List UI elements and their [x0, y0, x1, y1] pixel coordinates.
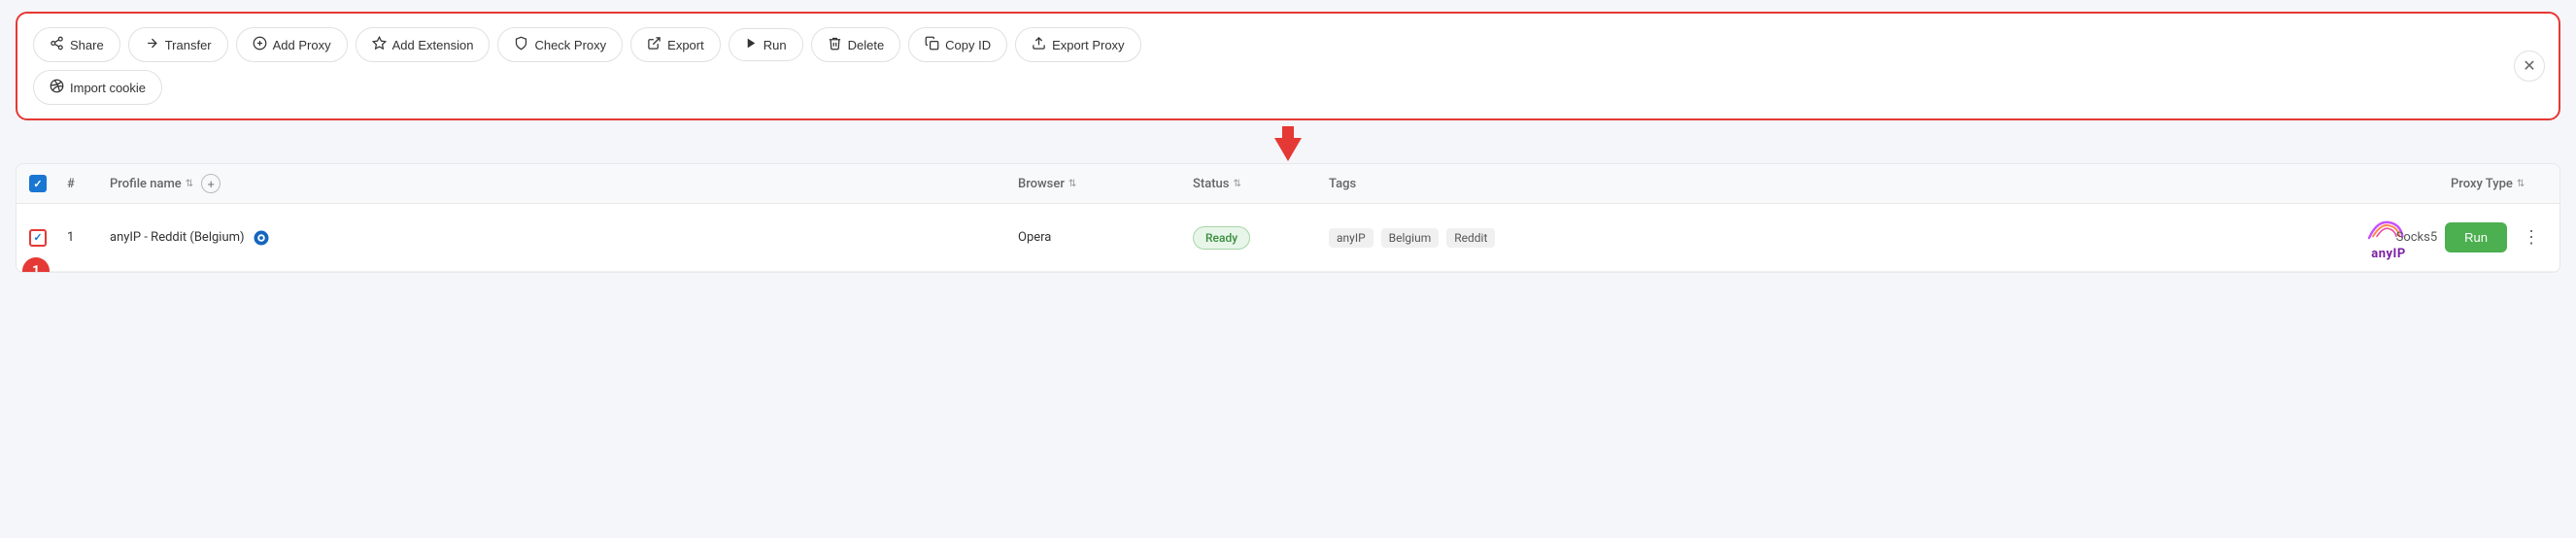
table-row: ✓ 1 anyIP - Reddit (Belgium) Opera Ready…: [17, 204, 2559, 272]
header-checkbox-cell: ✓: [17, 175, 59, 192]
tags-label: Tags: [1329, 177, 1356, 191]
profiles-table: ✓ # Profile name ⇅ + Browser ⇅ Status ⇅ …: [16, 163, 2560, 273]
add-extension-button[interactable]: Add Extension: [356, 27, 491, 62]
run-icon: [745, 37, 758, 52]
counter-value: 1: [32, 263, 40, 273]
row-browser: Opera: [1010, 230, 1185, 245]
share-button[interactable]: Share: [33, 27, 120, 62]
transfer-label: Transfer: [165, 38, 212, 52]
tag-belgium: Belgium: [1381, 228, 1440, 248]
copy-id-icon: [925, 36, 939, 53]
header-tags: Tags: [1321, 177, 1535, 191]
row-status: Ready: [1185, 226, 1321, 250]
toolbar-row-1: Share Transfer Add Proxy A: [33, 27, 2494, 62]
counter-badge-container: 1: [22, 257, 50, 273]
delete-button[interactable]: Delete: [811, 27, 901, 62]
row-run-button[interactable]: Run: [2445, 222, 2507, 252]
add-proxy-button[interactable]: Add Proxy: [236, 27, 348, 62]
row-checkmark-icon: ✓: [33, 231, 42, 244]
row-profile-name: anyIP - Reddit (Belgium): [102, 229, 1010, 247]
profile-browser-icon: [253, 229, 270, 247]
export-proxy-button[interactable]: Export Proxy: [1015, 27, 1140, 62]
share-icon: [50, 36, 64, 53]
close-toolbar-button[interactable]: ✕: [2514, 50, 2545, 82]
row-run-label: Run: [2464, 230, 2488, 245]
export-proxy-icon: [1032, 36, 1046, 53]
import-cookie-button[interactable]: Import cookie: [33, 70, 162, 105]
header-browser: Browser ⇅: [1010, 177, 1185, 191]
profile-name-value: anyIP - Reddit (Belgium): [110, 230, 245, 245]
row-number: 1: [59, 230, 102, 245]
row-more-button[interactable]: ⋮: [2515, 223, 2548, 252]
tag-reddit: Reddit: [1446, 228, 1495, 248]
copy-id-button[interactable]: Copy ID: [908, 27, 1007, 62]
add-extension-icon: [372, 36, 387, 53]
sort-status-icon[interactable]: ⇅: [1233, 179, 1240, 189]
sort-browser-icon[interactable]: ⇅: [1068, 179, 1076, 189]
transfer-icon: [145, 36, 159, 53]
status-badge: Ready: [1193, 226, 1250, 250]
profile-name-label: Profile name: [110, 177, 182, 191]
add-column-button[interactable]: +: [201, 174, 220, 193]
header-profile-name: Profile name ⇅ +: [102, 174, 1010, 193]
check-proxy-label: Check Proxy: [534, 38, 606, 52]
run-label: Run: [763, 38, 787, 52]
row-checkbox-cell: ✓: [17, 229, 59, 247]
export-button[interactable]: Export: [630, 27, 721, 62]
select-all-checkbox[interactable]: ✓: [29, 175, 47, 192]
import-cookie-icon: [50, 79, 64, 96]
browser-label: Browser: [1018, 177, 1065, 191]
status-label: Status: [1193, 177, 1229, 191]
import-cookie-label: Import cookie: [70, 81, 146, 95]
row-number-value: 1: [67, 230, 74, 245]
run-toolbar-button[interactable]: Run: [729, 28, 803, 61]
toolbar-row-2: Import cookie: [33, 70, 2494, 105]
row-checkbox[interactable]: ✓: [29, 229, 47, 247]
delete-label: Delete: [848, 38, 885, 52]
more-icon: ⋮: [2523, 227, 2540, 247]
proxy-type-value: Socks5: [2396, 230, 2438, 245]
add-extension-label: Add Extension: [392, 38, 474, 52]
anyip-text: anyIP: [2371, 247, 2405, 261]
row-tags: anyIP Belgium Reddit: [1321, 228, 1535, 248]
sort-profile-icon[interactable]: ⇅: [186, 179, 193, 189]
close-icon: ✕: [2523, 56, 2535, 76]
export-label: Export: [667, 38, 704, 52]
counter-badge: 1: [22, 257, 50, 273]
table-header: ✓ # Profile name ⇅ + Browser ⇅ Status ⇅ …: [17, 164, 2559, 204]
checkmark-icon: ✓: [33, 178, 42, 190]
number-label: #: [67, 177, 75, 191]
row-spacer: anyIP: [1535, 214, 2443, 261]
header-status: Status ⇅: [1185, 177, 1321, 191]
delete-icon: [828, 36, 842, 53]
sort-proxy-icon[interactable]: ⇅: [2517, 179, 2525, 189]
share-label: Share: [70, 38, 104, 52]
check-proxy-icon: [514, 36, 528, 53]
tag-anyip: anyIP: [1329, 228, 1373, 248]
export-proxy-label: Export Proxy: [1052, 38, 1124, 52]
copy-id-label: Copy ID: [945, 38, 991, 52]
browser-value: Opera: [1018, 230, 1051, 245]
add-proxy-label: Add Proxy: [273, 38, 331, 52]
header-number: #: [59, 177, 102, 191]
add-proxy-icon: [253, 36, 267, 53]
check-proxy-button[interactable]: Check Proxy: [497, 27, 623, 62]
toolbar-panel: Share Transfer Add Proxy A: [16, 12, 2560, 120]
row-actions: Socks5 Run ⋮: [2443, 222, 2559, 252]
export-icon: [647, 36, 661, 53]
transfer-button[interactable]: Transfer: [128, 27, 228, 62]
toolbar-rows: Share Transfer Add Proxy A: [33, 27, 2494, 105]
arrow-indicator: [0, 126, 2576, 161]
header-proxy-type: Proxy Type ⇅: [2443, 177, 2559, 191]
proxy-type-label: Proxy Type: [2451, 177, 2513, 191]
